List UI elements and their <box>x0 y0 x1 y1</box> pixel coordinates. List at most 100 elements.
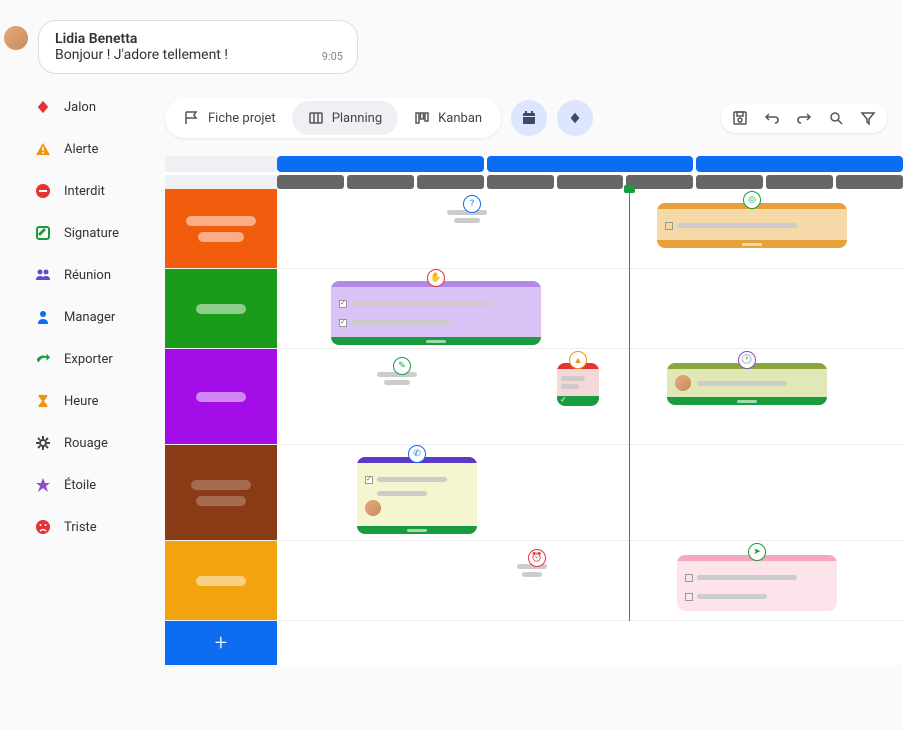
row-label[interactable] <box>165 269 277 348</box>
legend-label: Rouage <box>64 436 108 451</box>
tab-label: Fiche projet <box>208 111 276 126</box>
gantt-subheader <box>165 175 903 189</box>
calendar-icon <box>521 110 537 126</box>
legend-exporter[interactable]: Exporter <box>34 350 165 368</box>
sub-period[interactable] <box>766 175 833 189</box>
alarm-icon: ⏰ <box>528 549 546 567</box>
legend-reunion[interactable]: Réunion <box>34 266 165 284</box>
calendar-button[interactable] <box>511 100 547 136</box>
share-icon <box>34 350 52 368</box>
legend-manager[interactable]: Manager <box>34 308 165 326</box>
avatar <box>4 26 28 50</box>
tab-fiche-projet[interactable]: Fiche projet <box>168 101 292 135</box>
legend-signature[interactable]: Signature <box>34 224 165 242</box>
sub-period[interactable] <box>487 175 554 189</box>
time-period[interactable] <box>277 156 484 172</box>
sub-period[interactable] <box>696 175 763 189</box>
row-label[interactable] <box>165 445 277 540</box>
today-marker <box>629 189 630 621</box>
alert-icon: ▲ <box>569 351 587 369</box>
sub-period[interactable] <box>277 175 344 189</box>
gear-icon <box>34 434 52 452</box>
gantt-row: ✆ <box>165 445 903 541</box>
task-card[interactable]: ◎ <box>657 203 847 248</box>
legend-label: Étoile <box>64 478 96 493</box>
alert-icon <box>34 140 52 158</box>
hand-icon: ✋ <box>427 269 445 287</box>
chat-bubble: Lidia Benetta Bonjour ! J'adore tellemen… <box>38 20 358 74</box>
task-card[interactable]: 🕐 <box>667 363 827 405</box>
tab-kanban[interactable]: Kanban <box>398 101 498 135</box>
minus-icon <box>34 182 52 200</box>
legend-label: Triste <box>64 520 97 535</box>
task-card[interactable]: ✎ <box>377 369 427 388</box>
target-icon: ◎ <box>743 191 761 209</box>
avatar <box>365 500 381 516</box>
legend-label: Signature <box>64 226 119 241</box>
legend-label: Alerte <box>64 142 98 157</box>
sub-period[interactable] <box>836 175 903 189</box>
legend-label: Manager <box>64 310 115 325</box>
plus-icon: + <box>215 631 227 656</box>
columns-icon <box>308 110 324 126</box>
star-icon <box>34 476 52 494</box>
hourglass-icon <box>34 392 52 410</box>
person-icon <box>34 308 52 326</box>
row-label[interactable] <box>165 189 277 268</box>
filter-icon <box>860 110 876 126</box>
flag-icon <box>184 110 200 126</box>
sub-period[interactable] <box>347 175 414 189</box>
task-card[interactable]: ➤ <box>677 555 837 611</box>
sub-period[interactable] <box>417 175 484 189</box>
legend-jalon[interactable]: Jalon <box>34 98 165 116</box>
legend-interdit[interactable]: Interdit <box>34 182 165 200</box>
row-label[interactable] <box>165 541 277 620</box>
edit-icon <box>34 224 52 242</box>
task-card[interactable]: ? <box>447 207 497 226</box>
legend-heure[interactable]: Heure <box>34 392 165 410</box>
row-label[interactable] <box>165 349 277 444</box>
save-button[interactable] <box>731 109 749 127</box>
people-icon <box>34 266 52 284</box>
chat-timestamp: 9:05 <box>322 50 343 63</box>
action-tools <box>721 103 887 133</box>
tab-planning[interactable]: Planning <box>292 101 398 135</box>
sub-period[interactable] <box>557 175 624 189</box>
time-period[interactable] <box>696 156 903 172</box>
time-period[interactable] <box>487 156 694 172</box>
avatar <box>675 375 691 391</box>
undo-button[interactable] <box>763 109 781 127</box>
redo-icon <box>796 110 812 126</box>
legend-etoile[interactable]: Étoile <box>34 476 165 494</box>
task-card[interactable]: ⏰ <box>517 561 557 580</box>
question-icon: ? <box>463 195 481 213</box>
search-button[interactable] <box>827 109 845 127</box>
filter-button[interactable] <box>859 109 877 127</box>
gantt-time-header <box>165 156 903 172</box>
chat-sender-name: Lidia Benetta <box>55 31 297 47</box>
gantt-row: ⏰ ➤ <box>165 541 903 621</box>
task-card[interactable]: ▲ ✓ <box>557 363 599 406</box>
legend-label: Heure <box>64 394 99 409</box>
legend-triste[interactable]: Triste <box>34 518 165 536</box>
gantt-row: ? ◎ <box>165 189 903 269</box>
legend-rouage[interactable]: Rouage <box>34 434 165 452</box>
sad-icon <box>34 518 52 536</box>
sub-period[interactable] <box>626 175 693 189</box>
rocket-icon: ➤ <box>748 543 766 561</box>
save-icon <box>732 110 748 126</box>
gantt-row: ✋ <box>165 269 903 349</box>
search-icon <box>828 110 844 126</box>
redo-button[interactable] <box>795 109 813 127</box>
tab-label: Planning <box>332 111 382 126</box>
edit-icon: ✎ <box>393 357 411 375</box>
clock-icon: 🕐 <box>738 351 756 369</box>
legend-label: Exporter <box>64 352 113 367</box>
gantt-row: ✎ ▲ ✓ <box>165 349 903 445</box>
task-card[interactable]: ✋ <box>331 281 541 345</box>
task-card[interactable]: ✆ <box>357 457 477 534</box>
legend-alerte[interactable]: Alerte <box>34 140 165 158</box>
diamond-button[interactable] <box>557 100 593 136</box>
gantt-chart: ? ◎ <box>165 156 903 665</box>
add-row-button[interactable]: + <box>165 621 277 665</box>
